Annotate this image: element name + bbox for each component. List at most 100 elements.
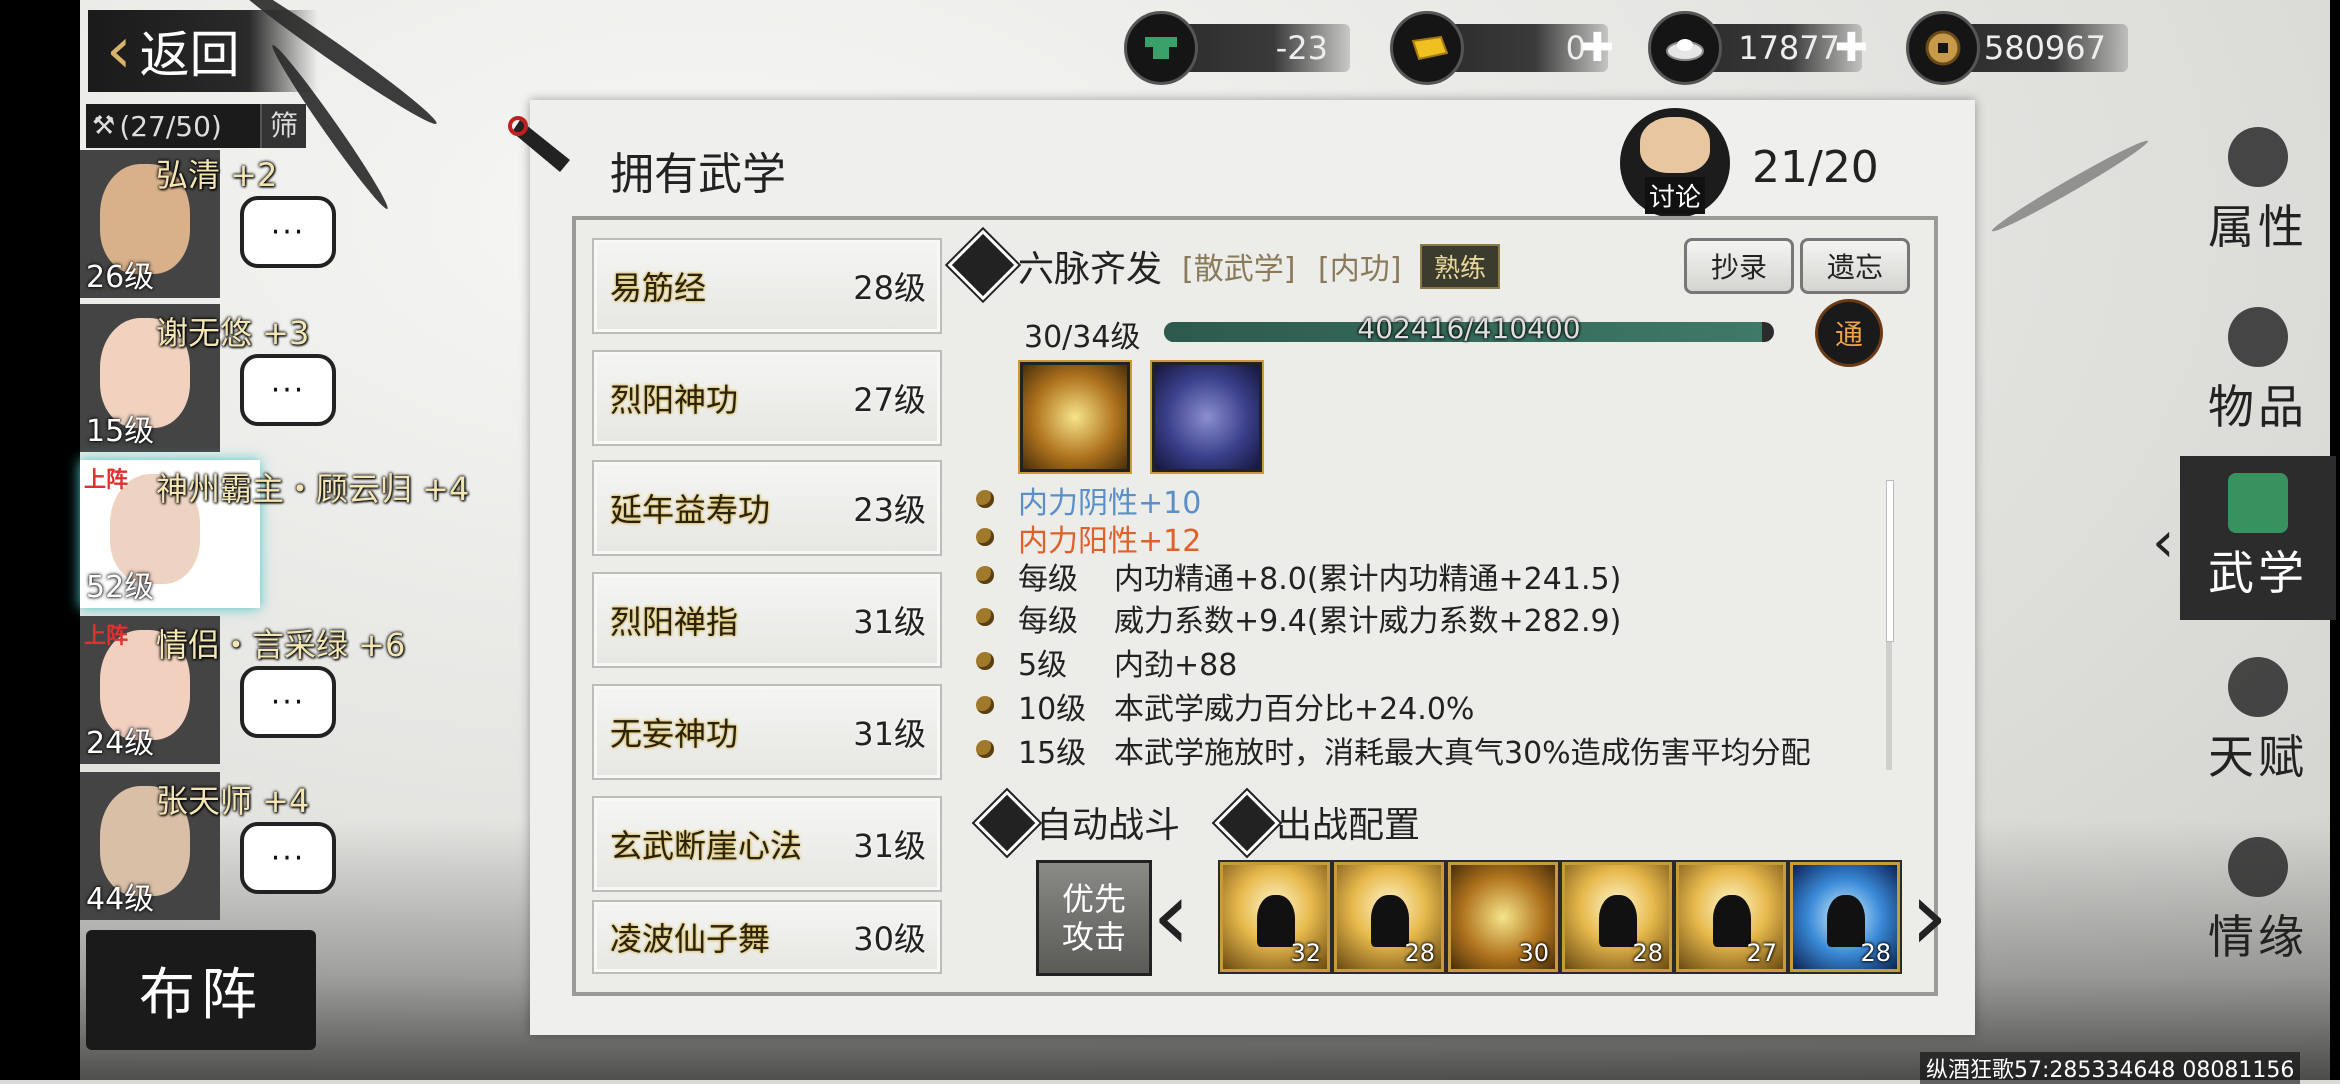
- slot-level: 28: [1632, 939, 1663, 967]
- attr-scrollbar[interactable]: [1886, 480, 1894, 770]
- hero-level: 44级: [86, 882, 155, 917]
- tab-martial-arts[interactable]: 武学: [2180, 456, 2336, 620]
- skill-list-item[interactable]: 凌波仙子舞 30级: [592, 900, 942, 974]
- tab-attributes[interactable]: 属性: [2186, 110, 2330, 274]
- battle-slot[interactable]: 28: [1562, 862, 1672, 972]
- hero-name: 神州霸主・顾云归 +4: [156, 470, 470, 508]
- attr-value: 内功精通+8.0(累计内功精通+241.5): [1114, 562, 1622, 597]
- skill-detail-name: 六脉齐发: [1018, 249, 1163, 290]
- slot-level: 30: [1518, 939, 1549, 967]
- resource-silver-value: 17877: [1738, 29, 1840, 67]
- formation-button[interactable]: 布阵: [86, 930, 316, 1050]
- skill-list-item[interactable]: 烈阳禅指 31级: [592, 572, 942, 668]
- resource-copper-value: 580967: [1983, 29, 2106, 67]
- tab-label: 天赋: [2208, 730, 2308, 784]
- panel-title: 拥有武学: [610, 149, 786, 200]
- footer-watermark: 纵酒狂歌57:285334648 08081156: [1920, 1052, 2301, 1084]
- attr-key: 10级: [1018, 692, 1087, 727]
- skill-level: 31级: [853, 827, 926, 865]
- skill-list-item[interactable]: 易筋经 28级: [592, 238, 942, 334]
- hero-level: 24级: [86, 726, 155, 761]
- attr-value: 本武学施放时，消耗最大真气30%造成伤害平均分配: [1114, 736, 1811, 771]
- battle-slot[interactable]: 28: [1790, 862, 1900, 972]
- tab-talents[interactable]: 天赋: [2186, 640, 2330, 804]
- attr-key: 5级: [1018, 648, 1068, 683]
- skill-name: 玄武断崖心法: [610, 827, 803, 865]
- skill-list-item[interactable]: 烈阳神功 27级: [592, 350, 942, 446]
- chevron-left-icon: ‹: [106, 14, 132, 88]
- bullet-icon: [976, 652, 994, 670]
- attr-key: 每级: [1018, 604, 1078, 639]
- tree-icon: [2228, 657, 2288, 717]
- tab-label: 物品: [2208, 380, 2308, 434]
- battle-slot[interactable]: 28: [1334, 862, 1444, 972]
- battle-slot[interactable]: 27: [1676, 862, 1786, 972]
- silver-ingot-icon: [1648, 11, 1722, 85]
- scroll-thumb[interactable]: [1886, 480, 1894, 642]
- bullet-icon: [976, 528, 994, 546]
- copy-button[interactable]: 抄录: [1684, 238, 1794, 294]
- add-silver-button[interactable]: ✚: [1834, 28, 1868, 68]
- discuss-label: 讨论: [1644, 177, 1705, 214]
- skill-level: 30级: [853, 920, 926, 958]
- back-button[interactable]: ‹ 返回: [88, 10, 318, 92]
- attr-value: 本武学威力百分比+24.0%: [1114, 692, 1475, 727]
- box-icon: [2228, 307, 2288, 367]
- forget-button[interactable]: 遗忘: [1800, 238, 1910, 294]
- bullet-icon: [976, 566, 994, 584]
- chat-bubble-button[interactable]: ···: [240, 196, 336, 268]
- chevron-right-icon[interactable]: ›: [1910, 868, 1948, 964]
- anvil-icon: [1124, 11, 1198, 85]
- priority-attack-label: 优先 攻击: [1061, 879, 1126, 956]
- skill-name: 烈阳神功: [610, 381, 739, 419]
- hero-name: 情侣・言采绿 +6: [156, 626, 406, 664]
- tab-relationships[interactable]: 情缘: [2186, 820, 2330, 984]
- auto-battle-button[interactable]: 自动战斗: [1036, 796, 1180, 848]
- roster-icon: ⚒: [92, 111, 116, 141]
- attr-line: 每级 威力系数+9.4(累计威力系数+282.9): [1018, 596, 1621, 640]
- slot-level: 32: [1290, 939, 1321, 967]
- tab-items[interactable]: 物品: [2186, 290, 2330, 454]
- tab-label: 武学: [2208, 546, 2308, 600]
- heart-icon: [2228, 837, 2288, 897]
- battle-config-button[interactable]: 出战配置: [1276, 796, 1420, 848]
- skill-name: 易筋经: [610, 269, 707, 307]
- roster-filter-button[interactable]: 筛: [259, 104, 306, 148]
- cat-icon: [1640, 117, 1710, 173]
- palm-skill-icon[interactable]: [1020, 362, 1130, 472]
- add-gold-button[interactable]: ✚: [1580, 28, 1614, 68]
- skill-level: 31级: [853, 715, 926, 753]
- attr-key: 每级: [1018, 562, 1078, 597]
- copper-coin-icon: [1906, 11, 1980, 85]
- left-letterbox: [0, 0, 80, 1080]
- tab-label: 情缘: [2208, 910, 2308, 964]
- hero-level: 15级: [86, 414, 155, 449]
- roster-header: ⚒ (27/50) 筛: [86, 104, 306, 148]
- tab-label: 属性: [2208, 200, 2308, 254]
- skill-name: 无妄神功: [610, 715, 739, 753]
- attr-line: 5级 内劲+88: [1018, 640, 1237, 684]
- skill-name: 烈阳禅指: [610, 603, 739, 641]
- skill-list-item[interactable]: 延年益寿功 23级: [592, 460, 942, 556]
- attr-line: 15级 本武学施放时，消耗最大真气30%造成伤害平均分配: [1018, 728, 1811, 772]
- mastery-button[interactable]: 通: [1818, 302, 1880, 364]
- chat-bubble-button[interactable]: ···: [240, 666, 336, 738]
- deployed-badge: 上阵: [84, 468, 129, 493]
- battle-slot[interactable]: 32: [1220, 862, 1330, 972]
- skill-list-item[interactable]: 玄武断崖心法 31级: [592, 796, 942, 892]
- priority-attack-button[interactable]: 优先 攻击: [1036, 860, 1152, 976]
- finger-skill-icon[interactable]: [1152, 362, 1262, 472]
- back-label: 返回: [139, 26, 240, 84]
- scroll-icon: [2228, 473, 2288, 533]
- skill-level: 28级: [853, 269, 926, 307]
- chevron-left-icon[interactable]: ‹: [1152, 868, 1190, 964]
- discuss-button[interactable]: 讨论: [1620, 108, 1730, 218]
- skill-list-item[interactable]: 无妄神功 31级: [592, 684, 942, 780]
- chat-bubble-button[interactable]: ···: [240, 354, 336, 426]
- chat-bubble-button[interactable]: ···: [240, 822, 336, 894]
- battle-slot[interactable]: 30: [1448, 862, 1558, 972]
- slot-level: 27: [1746, 939, 1777, 967]
- attr-value: 威力系数+9.4(累计威力系数+282.9): [1114, 604, 1622, 639]
- resource-silver: 17877 ✚: [1648, 11, 1868, 85]
- resource-gold: 0 ✚: [1390, 11, 1614, 85]
